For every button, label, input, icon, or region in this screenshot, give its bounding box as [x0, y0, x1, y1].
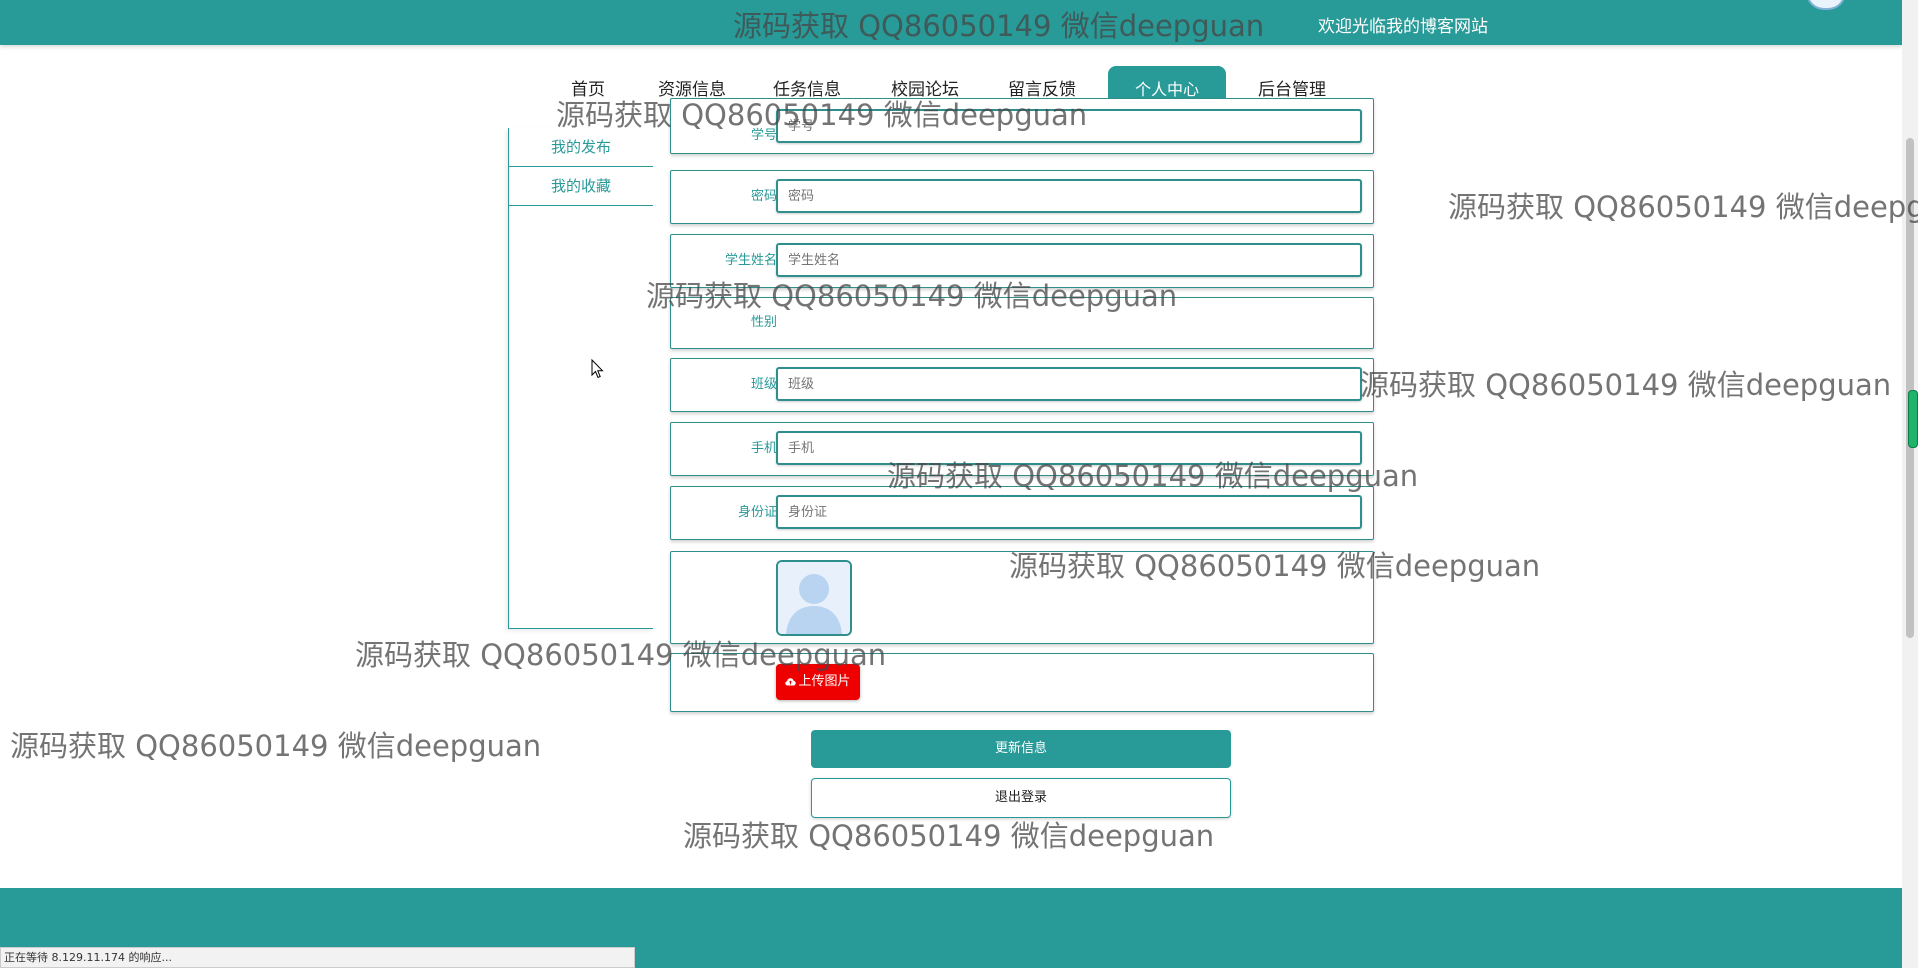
password-label: 密码 — [750, 189, 777, 204]
form-row-phone: 手机 — [670, 422, 1374, 476]
student-name-input[interactable] — [776, 243, 1362, 277]
logout-button[interactable]: 退出登录 — [811, 778, 1231, 818]
form-row-gender: 性别 — [670, 297, 1374, 349]
form-row-student-name: 学生姓名 — [670, 234, 1374, 288]
scrollbar-thumb[interactable] — [1906, 138, 1914, 638]
mouse-cursor-icon — [591, 359, 604, 379]
student-id-label: 学号 — [750, 128, 777, 143]
upload-image-label: 上传图片 — [798, 674, 851, 689]
form-row-password: 密码 — [670, 170, 1374, 224]
student-id-input[interactable] — [776, 109, 1362, 143]
gender-label: 性别 — [750, 315, 777, 330]
phone-input[interactable] — [776, 431, 1362, 465]
password-input[interactable] — [776, 179, 1362, 213]
id-card-input[interactable] — [776, 495, 1362, 529]
scroll-indicator[interactable] — [1908, 390, 1918, 448]
default-user-icon — [778, 562, 850, 634]
update-info-button[interactable]: 更新信息 — [811, 730, 1231, 768]
cloud-upload-icon — [785, 678, 797, 686]
form-row-id-card: 身份证 — [670, 486, 1374, 540]
watermark-text: 源码获取 QQ86050149 微信deepguan — [683, 819, 1215, 853]
watermark-text: 源码获取 QQ86050149 微信deepguan — [1448, 190, 1918, 224]
form-row-class: 班级 — [670, 358, 1374, 412]
sidebar-item-my-posts[interactable]: 我的发布 — [509, 128, 653, 167]
id-card-label: 身份证 — [737, 505, 777, 520]
form-row-student-id: 学号 — [670, 98, 1374, 154]
page-scrollbar[interactable] — [1902, 0, 1918, 968]
watermark-text: 源码获取 QQ86050149 微信deepguan — [10, 729, 542, 763]
sidebar-item-my-favorites[interactable]: 我的收藏 — [509, 167, 653, 206]
gender-options[interactable] — [776, 306, 1362, 340]
student-name-label: 学生姓名 — [724, 253, 777, 268]
form-row-photo — [670, 551, 1374, 644]
form-row-upload: 上传图片 — [670, 653, 1374, 712]
user-avatar[interactable] — [1806, 0, 1846, 10]
sidebar: 我的发布 我的收藏 — [508, 128, 653, 629]
nav-home[interactable]: 首页 — [563, 66, 613, 114]
class-label: 班级 — [750, 377, 777, 392]
upload-image-button[interactable]: 上传图片 — [776, 664, 860, 700]
top-header-bar: 欢迎光临我的博客网站 — [0, 0, 1902, 45]
watermark-text: 源码获取 QQ86050149 微信deepguan — [1360, 368, 1892, 402]
browser-status-bar: 正在等待 8.129.11.174 的响应... — [0, 947, 635, 968]
welcome-text: 欢迎光临我的博客网站 — [1318, 17, 1488, 37]
class-input[interactable] — [776, 367, 1362, 401]
phone-label: 手机 — [750, 441, 777, 456]
photo-preview — [776, 560, 852, 636]
